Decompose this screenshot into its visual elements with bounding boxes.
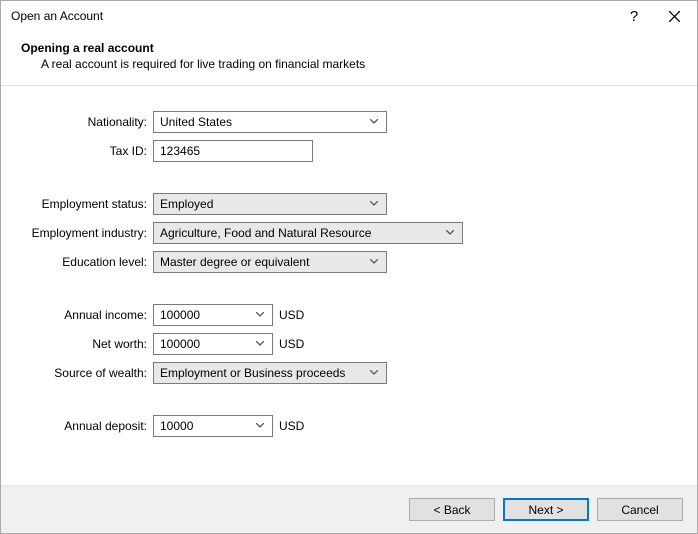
employment-industry-value: Agriculture, Food and Natural Resource [160,226,371,240]
annual-deposit-select[interactable]: 10000 [153,415,273,437]
form-body: Nationality: United States Tax ID: 12346… [1,86,697,485]
help-button[interactable]: ? [616,1,652,31]
chevron-down-icon [252,423,268,429]
header-subtitle: A real account is required for live trad… [21,55,683,71]
next-button[interactable]: Next > [503,498,589,521]
education-level-label: Education level: [21,255,153,269]
source-of-wealth-label: Source of wealth: [21,366,153,380]
close-button[interactable] [652,1,697,31]
chevron-down-icon [366,370,382,376]
employment-industry-select[interactable]: Agriculture, Food and Natural Resource [153,222,463,244]
net-worth-select[interactable]: 100000 [153,333,273,355]
close-icon [669,11,680,22]
chevron-down-icon [366,259,382,265]
back-button[interactable]: < Back [409,498,495,521]
annual-deposit-value: 10000 [160,419,193,433]
chevron-down-icon [366,201,382,207]
employment-status-value: Employed [160,197,213,211]
chevron-down-icon [442,230,458,236]
dialog-header: Opening a real account A real account is… [1,31,697,85]
education-level-select[interactable]: Master degree or equivalent [153,251,387,273]
annual-income-unit: USD [279,308,304,322]
source-of-wealth-value: Employment or Business proceeds [160,366,345,380]
dialog-window: Open an Account ? Opening a real account… [0,0,698,534]
net-worth-label: Net worth: [21,337,153,351]
net-worth-value: 100000 [160,337,200,351]
nationality-label: Nationality: [21,115,153,129]
chevron-down-icon [252,312,268,318]
dialog-footer: < Back Next > Cancel [1,485,697,533]
tax-id-input[interactable]: 123465 [153,140,313,162]
net-worth-unit: USD [279,337,304,351]
employment-industry-label: Employment industry: [21,226,153,240]
chevron-down-icon [366,119,382,125]
employment-status-select[interactable]: Employed [153,193,387,215]
cancel-button[interactable]: Cancel [597,498,683,521]
source-of-wealth-select[interactable]: Employment or Business proceeds [153,362,387,384]
annual-deposit-label: Annual deposit: [21,419,153,433]
tax-id-value: 123465 [160,144,200,158]
header-title: Opening a real account [21,41,683,55]
chevron-down-icon [252,341,268,347]
employment-status-label: Employment status: [21,197,153,211]
annual-income-label: Annual income: [21,308,153,322]
nationality-value: United States [160,115,232,129]
nationality-select[interactable]: United States [153,111,387,133]
annual-income-value: 100000 [160,308,200,322]
annual-deposit-unit: USD [279,419,304,433]
tax-id-label: Tax ID: [21,144,153,158]
education-level-value: Master degree or equivalent [160,255,309,269]
titlebar: Open an Account ? [1,1,697,31]
annual-income-select[interactable]: 100000 [153,304,273,326]
window-title: Open an Account [11,9,616,23]
